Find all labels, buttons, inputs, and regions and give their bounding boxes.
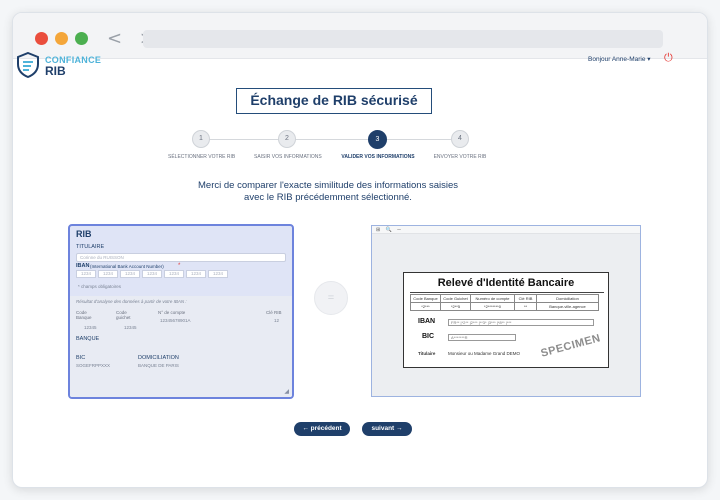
code-guichet-value: 12345 xyxy=(124,325,137,330)
code-banque-label: Code Banque xyxy=(76,310,92,320)
bic-label: BIC xyxy=(76,355,86,361)
specimen-stamp: SPECIMEN xyxy=(539,332,602,360)
no-compte-value: 12345678901A xyxy=(160,318,191,323)
iban-group-2[interactable]: 1234 xyxy=(98,270,118,278)
iban-group-6[interactable]: 1234 xyxy=(186,270,206,278)
page-title: Échange de RIB sécurisé xyxy=(250,92,418,108)
bic-value: SOGEFRPPXXX xyxy=(76,363,111,368)
doc-value-cell: *2*** xyxy=(410,302,441,311)
address-bar[interactable] xyxy=(143,30,663,48)
cle-rib-label: Clé RIB xyxy=(266,310,282,315)
domiciliation-label: DOMICILIATION xyxy=(138,355,179,361)
logo-line2: RIB xyxy=(45,64,66,78)
required-note: * champs obligatoires xyxy=(78,284,122,289)
step-3-circle[interactable]: 3 xyxy=(368,130,387,149)
doc-bic-label: BIC xyxy=(422,333,435,340)
doc-header-cell: Clé RIB xyxy=(514,294,537,303)
page-title-box: Échange de RIB sécurisé xyxy=(236,88,432,114)
rib-document-viewer: ⊞ 🔍 ─ Relevé d'Identité Bancaire Code Ba… xyxy=(371,225,641,397)
no-compte-label: N° de compte xyxy=(158,310,186,315)
titulaire-label: TITULAIRE xyxy=(76,244,105,250)
step-3-label: VALIDER VOS INFORMATIONS xyxy=(341,154,415,160)
step-4-label: ENVOYER VOTRE RIB xyxy=(433,154,487,160)
cle-rib-value: 12 xyxy=(274,318,280,323)
rib-document: Relevé d'Identité Bancaire Code Banque C… xyxy=(403,272,609,368)
doc-titulaire-label: Titulaire xyxy=(418,351,436,356)
maximize-window-button[interactable] xyxy=(75,32,88,45)
rib-form-panel: RIB TITULAIRE Corinne du RUISSON IBAN (I… xyxy=(68,224,294,399)
banque-label: BANQUE xyxy=(76,336,100,342)
titulaire-input[interactable]: Corinne du RUISSON xyxy=(76,253,286,262)
step-4-circle[interactable]: 4 xyxy=(451,130,469,148)
resize-handle-icon[interactable]: ◢ xyxy=(284,388,289,395)
doc-bic-value: A*******R xyxy=(448,334,516,341)
code-banque-value: 12345 xyxy=(84,325,97,330)
iban-group-3[interactable]: 1234 xyxy=(120,270,140,278)
step-2-circle[interactable]: 2 xyxy=(278,130,296,148)
next-button[interactable]: suivant → xyxy=(362,422,412,436)
code-guichet-label: Code guichet xyxy=(116,310,131,320)
doc-divider xyxy=(410,292,604,293)
stepper-line xyxy=(202,139,460,140)
doc-titulaire-value: Monsieur ou Madame Grand DEMO xyxy=(448,351,521,356)
doc-value-cell: ** xyxy=(514,302,537,311)
domiciliation-value: BANQUE DE PARIS xyxy=(138,363,179,368)
iban-required-star: * xyxy=(178,263,181,269)
user-menu[interactable]: Bonjour Anne-Marie ▾ xyxy=(588,55,651,63)
power-icon[interactable]: ⏻ xyxy=(664,51,673,65)
doc-header-cell: Code Guichet xyxy=(440,294,471,303)
intro-line1: Merci de comparer l'exacte similitude de… xyxy=(198,180,458,191)
step-2-label: SAISIR VOS INFORMATIONS xyxy=(254,154,322,160)
intro-line2: avec le RIB précédemment sélectionné. xyxy=(244,192,412,203)
doc-value-cell: *2**5 xyxy=(440,302,471,311)
iban-group-7[interactable]: 1234 xyxy=(208,270,228,278)
doc-header-cell: Code Banque xyxy=(410,294,441,303)
previous-button[interactable]: ← précédent xyxy=(294,422,350,436)
iban-group-5[interactable]: 1234 xyxy=(164,270,184,278)
doc-iban-value: FR** |*2** |2*** |**3* |3*** |*8** |*** xyxy=(448,319,594,326)
iban-label: IBAN xyxy=(76,263,90,269)
close-window-button[interactable] xyxy=(35,32,48,45)
doc-header-cell: Numéro de compte xyxy=(470,294,515,303)
app-logo[interactable]: CONFIANCE RIB xyxy=(16,52,106,78)
rib-form-title: RIB xyxy=(76,229,92,239)
doc-header-cell: Domiciliation xyxy=(536,294,599,303)
doc-title: Relevé d'Identité Bancaire xyxy=(437,277,575,289)
equals-icon: = xyxy=(314,281,348,315)
intro-text: Merci de comparer l'exacte similitude de… xyxy=(150,180,506,204)
iban-group-1[interactable]: 1234 xyxy=(76,270,96,278)
shield-icon xyxy=(17,52,39,78)
step-1-circle[interactable]: 1 xyxy=(192,130,210,148)
step-1-label: SÉLECTIONNER VOTRE RIB xyxy=(168,154,236,160)
doc-value-cell: *2*******0 xyxy=(470,302,515,311)
minimize-window-button[interactable] xyxy=(55,32,68,45)
doc-value-cell: Banque-ville-agence xyxy=(536,302,599,311)
analysis-note: Résultat d'analyse des données à partir … xyxy=(76,299,187,304)
viewer-toolbar[interactable]: ⊞ 🔍 ─ xyxy=(372,226,640,234)
browser-titlebar: < > xyxy=(13,13,707,59)
iban-group-4[interactable]: 1234 xyxy=(142,270,162,278)
doc-bank-table: Code Banque Code Guichet Numéro de compt… xyxy=(410,294,599,311)
doc-iban-label: IBAN xyxy=(418,318,436,325)
iban-sublabel: (International Bank Account Number) xyxy=(90,264,164,269)
